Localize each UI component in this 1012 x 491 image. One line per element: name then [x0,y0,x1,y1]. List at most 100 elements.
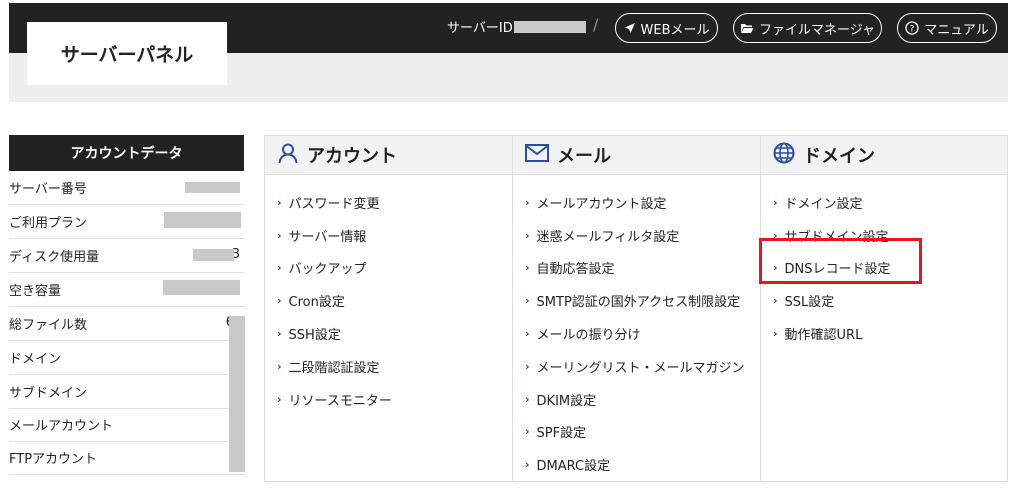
menu-item-label: サブドメイン設定 [784,229,889,245]
redacted-value [229,316,245,472]
account-row: FTPアカウント [9,441,244,475]
account-data-header: アカウントデータ [9,135,244,171]
menu-heading-domain: ドメイン [761,136,1007,175]
envelope-icon [525,143,549,167]
account-row-label: 空き容量 [9,284,62,299]
menu-item[interactable]: › バックアップ [265,252,513,285]
menu-item-label: 自動応答設定 [536,262,615,278]
manual-button[interactable]: ? マニュアル [897,13,997,43]
redacted-value [164,212,241,228]
menu-item[interactable]: › DKIM設定 [513,383,760,416]
menu-heading-account: アカウント [265,136,513,175]
account-row: サブドメイン [9,375,244,409]
chevron-right-icon: › [525,327,530,341]
chevron-right-icon: › [277,392,282,406]
webmail-button[interactable]: WEBメール [615,13,718,43]
account-row-label: サブドメイン [9,386,88,401]
account-row-label: メールアカウント [9,419,114,434]
menu-item-label: サーバー情報 [288,229,367,245]
menu-item-label: SSL設定 [784,295,835,311]
chevron-right-icon: › [773,327,778,341]
server-id-label: サーバーID [447,21,513,36]
chevron-right-icon: › [773,195,778,209]
redacted-value [163,280,240,295]
account-row-label: ご利用プラン [9,216,88,231]
account-row: 総ファイル数 6 [9,307,244,341]
chevron-right-icon: › [525,228,530,242]
file-manager-label: ファイルマネージャ [758,22,876,38]
menu-item-label: 迷惑メールフィルタ設定 [536,229,680,245]
menu-column-account: アカウント › パスワード変更 › サーバー情報 › バックアップ › Cron設定 ›… [265,136,513,481]
chevron-right-icon: › [277,327,282,341]
panel-logo[interactable]: サーバーパネル [27,22,227,85]
menu-item[interactable]: › メールアカウント設定 [513,186,760,219]
chevron-right-icon: › [525,425,530,439]
chevron-right-icon: › [773,261,778,275]
menu-item-label: SSH設定 [288,328,341,344]
chevron-right-icon: › [525,294,530,308]
manual-label: マニュアル [924,22,989,38]
menu-item-label: 動作確認URL [784,328,863,344]
menu-item[interactable]: › パスワード変更 [265,186,513,219]
menu-item[interactable]: › SPF設定 [513,416,760,449]
send-icon [624,22,636,34]
menu-column-domain: ドメイン › ドメイン設定 › サブドメイン設定 › DNSレコード設定 › SSL設定… [760,136,1007,481]
globe-icon [773,142,795,169]
account-row: メールアカウント [9,408,244,442]
chevron-right-icon: › [773,228,778,242]
chevron-right-icon: › [277,195,282,209]
account-row-label: ドメイン [9,352,62,367]
menu-heading-label: メール [557,146,611,167]
menu-item-label: メールアカウント設定 [536,196,667,212]
chevron-right-icon: › [277,261,282,275]
menu-item-label: DNSレコード設定 [784,262,891,278]
menu-item[interactable]: › 動作確認URL [761,317,1007,350]
menu-heading-label: アカウント [307,146,397,167]
menu-item[interactable]: › ドメイン設定 [761,186,1007,219]
menu-item[interactable]: › SSL設定 [761,284,1007,317]
chevron-right-icon: › [277,228,282,242]
account-row-label: ディスク使用量 [9,250,100,265]
menu-column-mail: メール › メールアカウント設定 › 迷惑メールフィルタ設定 › 自動応答設定 › SM… [512,136,760,481]
menu-item[interactable]: › サーバー情報 [265,219,513,252]
menu-item[interactable]: › 迷惑メールフィルタ設定 [513,219,760,252]
menu-panel: アカウント › パスワード変更 › サーバー情報 › バックアップ › Cron設定 ›… [264,135,1008,482]
menu-item[interactable]: › SMTP認証の国外アクセス制限設定 [513,284,760,317]
menu-item[interactable]: › リソースモニター [265,383,513,416]
menu-item[interactable]: › 二段階認証設定 [265,350,513,383]
account-row: ドメイン [9,341,244,375]
menu-list-domain: › ドメイン設定 › サブドメイン設定 › DNSレコード設定 › SSL設定 › 動作確… [761,175,1007,350]
account-row-label: 総ファイル数 [9,318,88,333]
menu-item-label: SMTP認証の国外アクセス制限設定 [536,295,741,311]
menu-item-label: メーリングリスト・メールマガジン [536,360,745,376]
menu-item[interactable]: › Cron設定 [265,284,513,317]
account-row-label: サーバー番号 [9,182,87,197]
menu-heading-mail: メール [513,136,760,175]
menu-item-dns-record[interactable]: › DNSレコード設定 [761,252,1007,285]
chevron-right-icon: › [277,359,282,373]
folder-open-icon [740,22,754,34]
webmail-label: WEBメール [640,22,710,38]
menu-item[interactable]: › SSH設定 [265,317,513,350]
menu-item[interactable]: › メールの振り分け [513,317,760,350]
chevron-right-icon: › [525,392,530,406]
menu-item-label: 二段階認証設定 [288,360,380,376]
menu-item-label: メールの振り分け [536,328,641,344]
menu-item[interactable]: › メーリングリスト・メールマガジン [513,350,760,383]
menu-list-account: › パスワード変更 › サーバー情報 › バックアップ › Cron設定 › SSH設定 … [265,175,513,416]
user-icon [277,142,299,169]
menu-item[interactable]: › サブドメイン設定 [761,219,1007,252]
menu-item[interactable]: › DMARC設定 [513,448,760,481]
menu-item-label: DKIM設定 [536,393,597,409]
server-id-masked-value [513,20,586,33]
chevron-right-icon: › [525,261,530,275]
menu-item[interactable]: › 自動応答設定 [513,252,760,285]
menu-item-label: バックアップ [288,262,367,278]
chevron-right-icon: › [773,294,778,308]
svg-text:?: ? [910,24,915,34]
file-manager-button[interactable]: ファイルマネージャ [733,13,882,43]
menu-item-label: DMARC設定 [536,459,611,475]
menu-item-label: パスワード変更 [288,196,380,212]
chevron-right-icon: › [525,195,530,209]
menu-item-label: SPF設定 [536,426,587,442]
